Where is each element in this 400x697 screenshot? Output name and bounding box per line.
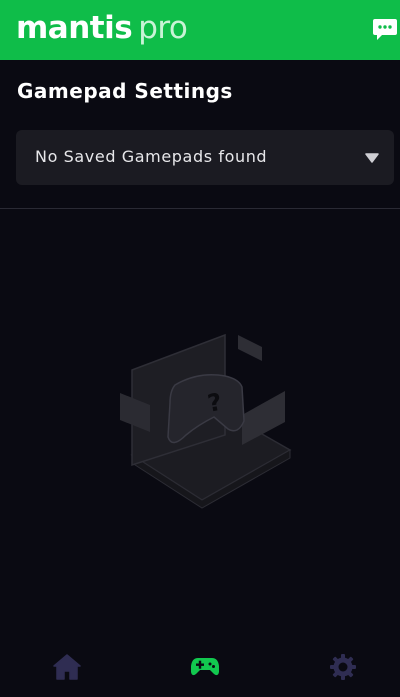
gamepad-select[interactable]: No Saved Gamepads found <box>16 130 394 185</box>
page-title: Gamepad Settings <box>17 79 233 103</box>
chat-button[interactable] <box>372 16 398 42</box>
nav-home[interactable] <box>49 652 85 682</box>
nav-gamepad[interactable] <box>187 652 223 682</box>
chat-bubble-icon <box>373 19 397 40</box>
gamepad-icon <box>191 658 219 676</box>
section-divider <box>0 208 400 209</box>
caret-down-icon <box>365 153 379 163</box>
app-logo: mantis pro <box>16 8 188 48</box>
brand-name: mantis <box>16 10 133 46</box>
nav-settings[interactable] <box>325 652 361 682</box>
unknown-gamepad-illustration: ? <box>120 333 292 509</box>
app-header: mantis pro <box>0 0 400 60</box>
brand-suffix: pro <box>138 10 188 46</box>
bottom-navigation <box>0 640 400 697</box>
gamepad-select-value: No Saved Gamepads found <box>35 147 268 166</box>
home-icon <box>53 654 81 680</box>
gear-icon <box>330 654 356 680</box>
